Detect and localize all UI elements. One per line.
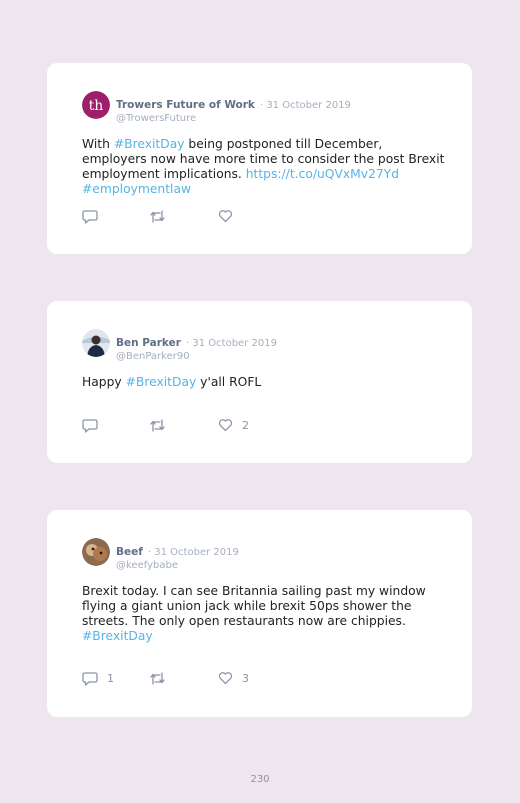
tweet-date[interactable]: · 31 October 2019 [186, 338, 277, 349]
author-handle[interactable]: @BenParker90 [116, 351, 277, 362]
tweet-meta: Ben Parker · 31 October 2019 @BenParker9… [116, 331, 277, 362]
retweet-icon [149, 418, 166, 433]
hashtag-link[interactable]: #BrexitDay [114, 137, 185, 151]
like-count: 2 [242, 418, 249, 432]
reply-button[interactable] [82, 418, 107, 433]
avatar-logo-text: th [89, 98, 104, 114]
avatar[interactable] [82, 329, 110, 357]
avatar[interactable] [82, 538, 110, 566]
avatar[interactable]: th [82, 91, 110, 119]
tweet-meta: Beef · 31 October 2019 @keefybabe [116, 540, 239, 571]
author-handle[interactable]: @keefybabe [116, 560, 239, 571]
author-name[interactable]: Beef [116, 546, 143, 558]
author-name[interactable]: Ben Parker [116, 337, 181, 349]
reply-button[interactable]: 1 [82, 671, 114, 686]
tweet-text-segment: y'all ROFL [196, 375, 262, 389]
reply-icon [82, 671, 98, 686]
reply-icon [82, 418, 98, 433]
retweet-button[interactable] [149, 418, 175, 433]
like-icon [218, 418, 233, 432]
tweet-text-segment: Brexit today. I can see Britannia sailin… [82, 584, 426, 628]
tweet-text-segment: Happy [82, 375, 126, 389]
tweet-meta: Trowers Future of Work · 31 October 2019… [116, 93, 351, 124]
tweet-date[interactable]: · 31 October 2019 [260, 100, 351, 111]
reply-icon [82, 209, 98, 224]
tweet-text-segment: With [82, 137, 114, 151]
like-count: 3 [242, 671, 249, 685]
retweet-button[interactable] [149, 671, 175, 686]
hashtag-link[interactable]: #BrexitDay [126, 375, 197, 389]
tweet-date[interactable]: · 31 October 2019 [148, 547, 239, 558]
tweet-text: With #BrexitDay being postponed till Dec… [82, 137, 447, 197]
like-button[interactable]: 3 [218, 671, 249, 685]
like-button[interactable]: 2 [218, 418, 249, 432]
tweet-card: th Trowers Future of Work · 31 October 2… [47, 63, 472, 254]
author-name[interactable]: Trowers Future of Work [116, 99, 255, 111]
tweet-card: Beef · 31 October 2019 @keefybabe Brexit… [47, 510, 472, 717]
retweet-button[interactable] [149, 209, 175, 224]
page-number: 230 [250, 774, 270, 785]
like-icon [218, 671, 233, 685]
retweet-icon [149, 209, 166, 224]
reply-count: 1 [107, 672, 114, 685]
like-button[interactable] [218, 209, 242, 223]
author-handle[interactable]: @TrowersFuture [116, 113, 351, 124]
tweet-text: Happy #BrexitDay y'all ROFL [82, 375, 447, 390]
hashtag-link[interactable]: #employmentlaw [82, 182, 191, 196]
url-link[interactable]: https://t.co/uQVxMv27Yd [246, 167, 399, 181]
reply-button[interactable] [82, 209, 107, 224]
retweet-icon [149, 671, 166, 686]
like-icon [218, 209, 233, 223]
hashtag-link[interactable]: #BrexitDay [82, 629, 153, 643]
tweet-card: Ben Parker · 31 October 2019 @BenParker9… [47, 301, 472, 463]
tweet-text: Brexit today. I can see Britannia sailin… [82, 584, 447, 644]
